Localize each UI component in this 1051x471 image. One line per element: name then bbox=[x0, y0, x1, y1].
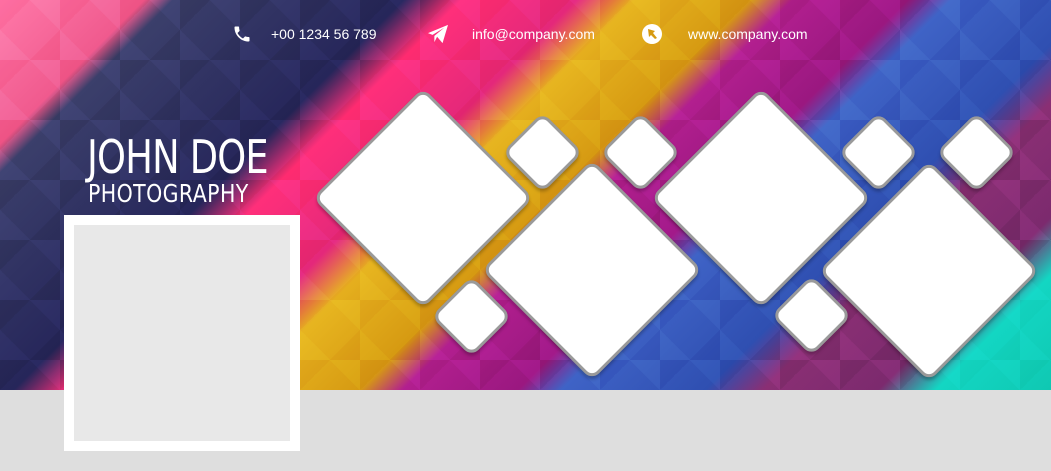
brand-tagline: PHOTOGRAPHY bbox=[88, 179, 249, 208]
globe-icon bbox=[641, 23, 663, 45]
brand-name: JOHN DOE bbox=[87, 130, 269, 184]
contact-email: info@company.com bbox=[427, 22, 595, 46]
contact-website: www.company.com bbox=[641, 22, 808, 46]
phone-icon bbox=[231, 23, 253, 45]
contact-email-text: info@company.com bbox=[472, 26, 595, 42]
cover-banner: +00 1234 56 789 info@company.com www.com… bbox=[0, 0, 1051, 471]
profile-photo-frame[interactable] bbox=[64, 215, 300, 451]
paper-plane-icon bbox=[427, 23, 449, 45]
contact-phone-text: +00 1234 56 789 bbox=[271, 26, 377, 42]
profile-photo-placeholder[interactable] bbox=[74, 225, 290, 441]
contact-phone: +00 1234 56 789 bbox=[231, 22, 377, 46]
contact-website-text: www.company.com bbox=[688, 26, 808, 42]
